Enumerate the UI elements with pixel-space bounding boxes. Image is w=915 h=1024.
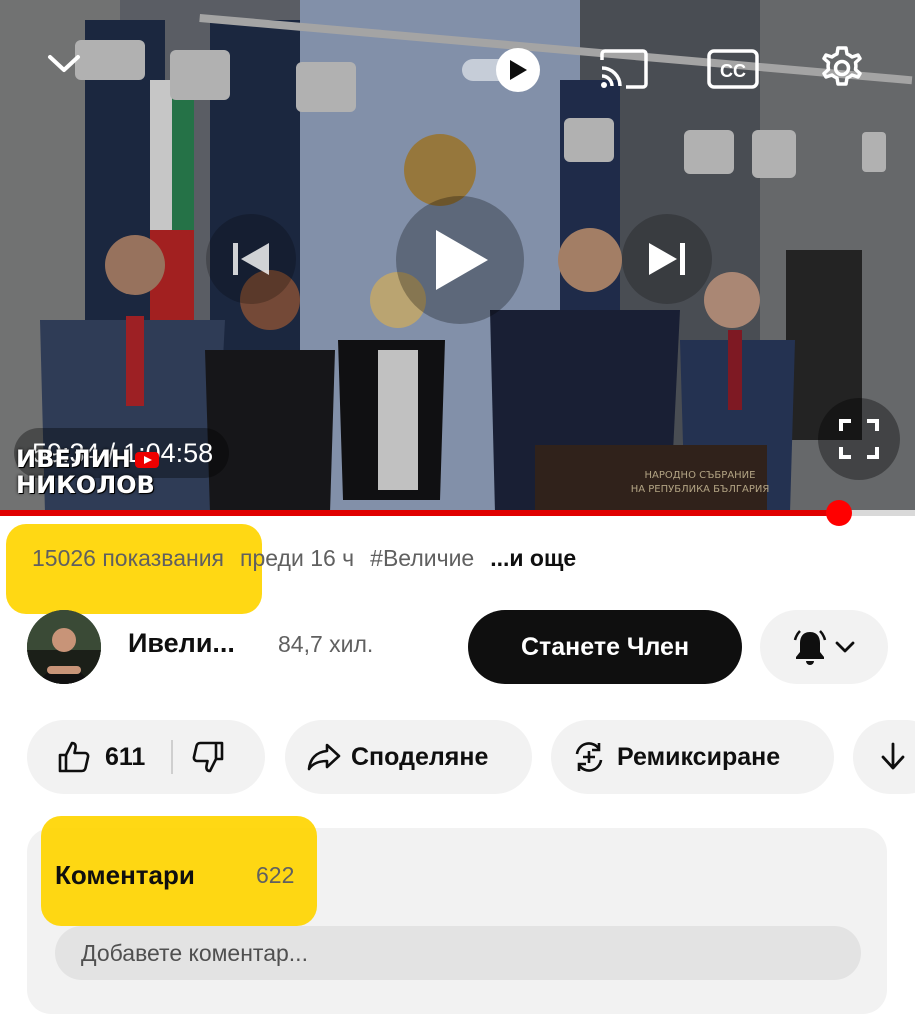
autoplay-toggle[interactable] <box>458 48 542 92</box>
thumbs-up-icon <box>58 741 90 773</box>
upload-age: преди 16 ч <box>240 544 355 571</box>
chevron-down-icon[interactable] <box>40 40 88 88</box>
watermark-line-2: НИКОЛОВ <box>16 471 155 499</box>
progress-scrubber[interactable] <box>826 500 853 526</box>
hashtag-link[interactable]: #Величие <box>370 545 474 572</box>
download-button[interactable] <box>853 720 915 794</box>
remix-button[interactable]: Ремиксиране <box>551 720 834 794</box>
channel-watermark: ИВЕЛИН НИКОЛОВ <box>16 446 159 498</box>
like-button[interactable]: 611 <box>27 720 145 794</box>
dislike-button[interactable] <box>173 720 225 794</box>
comment-input[interactable]: Добавете коментар... <box>55 926 861 980</box>
share-label: Споделяне <box>351 742 489 771</box>
like-dislike-group: 611 <box>27 720 265 794</box>
remix-icon <box>575 742 603 772</box>
autoplay-toggle-icon <box>496 48 540 92</box>
like-count: 611 <box>105 742 146 771</box>
cast-icon[interactable] <box>594 42 654 96</box>
download-icon <box>881 742 905 770</box>
subscriber-count: 84,7 хил. <box>278 631 374 657</box>
view-count: 15026 показвания <box>32 544 224 571</box>
comments-count: 622 <box>256 862 295 888</box>
more-button[interactable]: ...и още <box>490 545 576 572</box>
comments-section[interactable]: Коментари 622 Добавете коментар... <box>27 816 887 1014</box>
thumbs-down-icon <box>192 741 224 773</box>
gear-icon[interactable] <box>812 38 872 98</box>
fullscreen-icon[interactable] <box>818 398 900 480</box>
youtube-logo-icon <box>134 452 159 468</box>
notifications-button[interactable] <box>760 610 888 684</box>
bell-icon <box>793 630 827 665</box>
skip-previous-icon[interactable] <box>206 214 296 304</box>
skip-next-icon[interactable] <box>622 214 712 304</box>
watermark-line-1: ИВЕЛИН <box>16 445 131 473</box>
chevron-down-icon <box>835 641 855 653</box>
share-icon <box>307 743 341 771</box>
channel-name[interactable]: Ивели... <box>128 628 235 659</box>
cc-label: CC <box>720 61 746 81</box>
video-meta[interactable]: 15026 показвания преди 16 ч #Величие ...… <box>32 540 592 576</box>
remix-label: Ремиксиране <box>617 742 781 771</box>
play-icon[interactable] <box>396 196 524 324</box>
join-button[interactable]: Станете Член <box>468 610 742 684</box>
action-bar: 611 Споделяне Ремиксиране <box>0 720 915 794</box>
channel-row: Ивели... 84,7 хил. Станете Член <box>0 606 915 686</box>
video-player[interactable]: НАРОДНО СЪБРАНИЕ НА РЕПУБЛИКА БЪЛГАРИЯ C… <box>0 0 915 513</box>
share-button[interactable]: Споделяне <box>285 720 532 794</box>
comments-title: Коментари <box>55 860 195 890</box>
progress-bar[interactable] <box>0 500 915 526</box>
progress-played <box>0 510 840 516</box>
avatar[interactable] <box>27 610 101 684</box>
closed-captions-icon[interactable]: CC <box>702 42 764 96</box>
